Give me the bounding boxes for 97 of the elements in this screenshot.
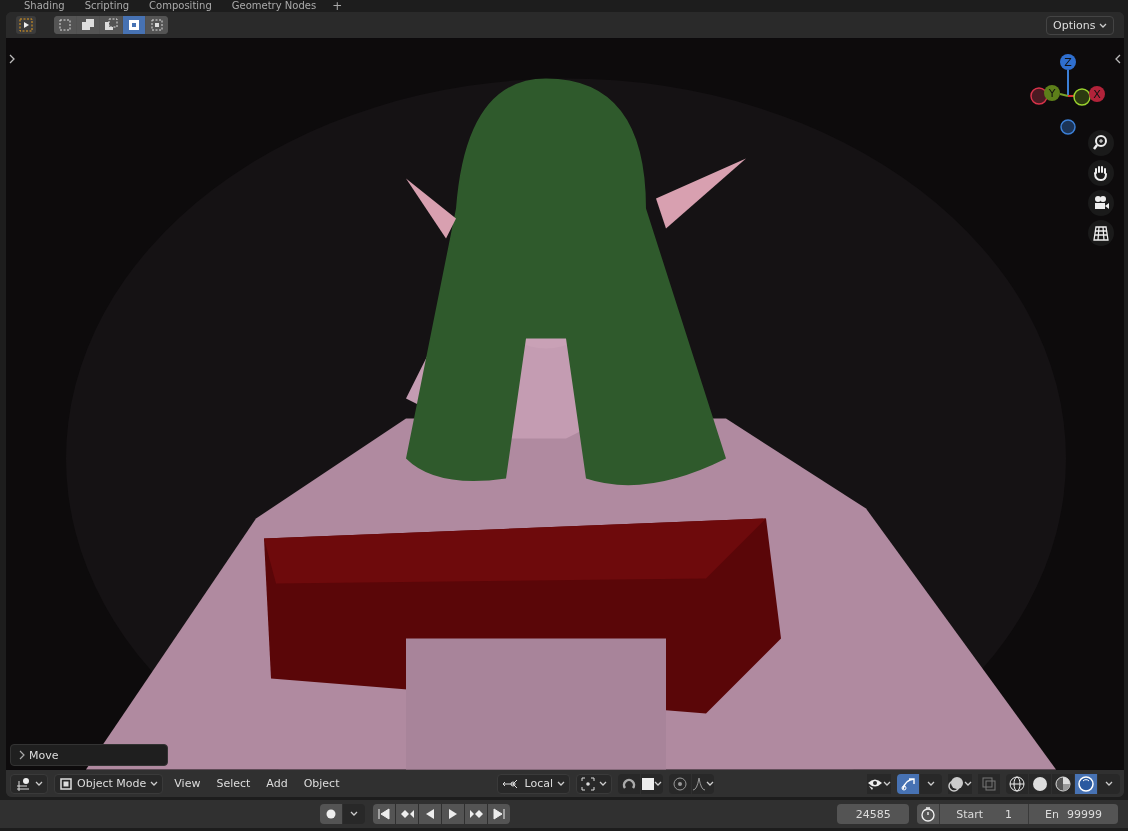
axis-handle[interactable] xyxy=(1073,88,1091,106)
xray-icon xyxy=(982,776,996,791)
pivot-dropdown[interactable] xyxy=(576,773,612,794)
orientation-label: Local xyxy=(524,777,553,790)
field-label: En xyxy=(1045,807,1059,821)
menu-item[interactable]: Object xyxy=(298,777,345,790)
snap-toggle-button[interactable] xyxy=(618,773,640,794)
overlay-icon xyxy=(948,775,964,792)
field-value: 1 xyxy=(1005,807,1013,821)
skip-back-icon xyxy=(377,807,391,821)
operator-panel[interactable]: Move xyxy=(10,744,168,766)
axes-icon xyxy=(15,776,31,791)
selection-mode-button[interactable] xyxy=(54,16,76,34)
shading-sphere-icon xyxy=(1032,775,1048,792)
record-dot-icon xyxy=(326,809,336,819)
axis-handle[interactable]: Z xyxy=(1060,54,1076,70)
square-icon xyxy=(642,777,654,790)
chevron-icon xyxy=(150,780,159,787)
chevron-icon xyxy=(883,780,891,787)
menu-item[interactable]: View xyxy=(169,777,206,790)
magnifier-icon xyxy=(1092,134,1110,152)
xray-toggle-button[interactable] xyxy=(978,773,1000,794)
prev-keyframe-button[interactable] xyxy=(396,804,418,824)
chevron-icon xyxy=(1099,22,1107,29)
play-reverse-button[interactable] xyxy=(419,804,441,824)
selection-mode-icon xyxy=(81,18,95,32)
falloff-dropdown[interactable] xyxy=(692,773,714,794)
selection-mode-icon xyxy=(150,18,164,32)
cursor-icon xyxy=(19,18,33,32)
select-tool-button[interactable] xyxy=(16,16,36,34)
target-icon xyxy=(673,776,687,791)
shading-sphere-icon xyxy=(1009,775,1025,792)
next-keyframe-button[interactable] xyxy=(465,804,487,824)
field-value: 99999 xyxy=(1067,807,1102,821)
chevron-icon xyxy=(654,780,662,787)
stopwatch-icon xyxy=(920,806,937,822)
selection-mode-icon xyxy=(127,18,141,32)
grid-icon xyxy=(1092,224,1110,242)
camera-icon xyxy=(1092,194,1110,212)
chevron-icon xyxy=(35,780,43,787)
shading-sphere-icon xyxy=(1055,775,1071,792)
selection-mode-button[interactable] xyxy=(77,16,99,34)
shading-mode-button[interactable] xyxy=(1075,773,1097,794)
jump-start-button[interactable] xyxy=(373,804,395,824)
chevron-icon xyxy=(1105,780,1113,787)
pivot-icon xyxy=(581,776,595,791)
chevron-icon xyxy=(557,780,565,787)
chevron-icon xyxy=(964,780,972,787)
stopwatch-button[interactable] xyxy=(917,804,940,824)
chevron-icon xyxy=(350,811,358,817)
shading-mode-button[interactable] xyxy=(1029,773,1051,794)
keying-button[interactable] xyxy=(320,804,342,824)
operator-name: Move xyxy=(29,748,59,762)
workspace-tab[interactable]: Scripting xyxy=(76,0,138,12)
chevron-icon xyxy=(706,780,714,787)
orientation-dropdown[interactable]: Local xyxy=(497,773,570,794)
shading-sphere-icon xyxy=(1078,775,1094,792)
start-frame-field[interactable]: Start 1 xyxy=(940,804,1029,824)
object-icon xyxy=(59,776,73,791)
overlays-dropdown[interactable] xyxy=(948,773,972,794)
selection-mode-button[interactable] xyxy=(100,16,122,34)
menu-item[interactable]: Select xyxy=(211,777,256,790)
selection-mode-button[interactable] xyxy=(123,16,145,34)
editor-type-dropdown[interactable] xyxy=(10,773,48,794)
field-label: Start xyxy=(956,807,984,821)
play-button[interactable] xyxy=(442,804,464,824)
chevron-icon xyxy=(599,780,607,787)
workspace-tab[interactable]: Shading xyxy=(16,0,73,12)
skip-forward-icon xyxy=(492,807,506,821)
current-frame-field[interactable]: 24585 xyxy=(837,804,910,824)
proportional-edit-button[interactable] xyxy=(669,773,691,794)
axis-handle[interactable]: Y xyxy=(1044,85,1060,101)
shading-mode-button[interactable] xyxy=(1052,773,1074,794)
selection-mode-button[interactable] xyxy=(146,16,168,34)
mode-label: Object Mode xyxy=(77,777,147,790)
hand-icon xyxy=(1092,164,1110,182)
diamond-arrows-icon xyxy=(400,807,414,821)
workspace-tab[interactable]: Compositing xyxy=(141,0,220,12)
selection-mode-icon xyxy=(104,18,118,32)
chevron-icon xyxy=(927,780,935,787)
falloff-curve-icon xyxy=(692,776,706,791)
shading-mode-button[interactable] xyxy=(1006,773,1028,794)
workspace-tab[interactable]: Geometry Nodes xyxy=(223,0,325,12)
selection-mode-icon xyxy=(58,18,72,32)
options-dropdown[interactable]: Options xyxy=(1046,15,1114,35)
menu-item[interactable]: Add xyxy=(261,777,293,790)
gizmo-toggle-button[interactable] xyxy=(897,773,919,794)
mode-dropdown[interactable]: Object Mode xyxy=(54,773,164,794)
gizmo-icon xyxy=(900,775,916,792)
visibility-dropdown[interactable] xyxy=(867,773,891,794)
jump-end-button[interactable] xyxy=(488,804,510,824)
add-tab-button[interactable]: + xyxy=(328,0,347,12)
end-frame-field[interactable]: En 99999 xyxy=(1029,804,1118,824)
keying-dropdown[interactable] xyxy=(343,804,365,824)
snap-target-dropdown[interactable] xyxy=(641,773,663,794)
axis-handle[interactable] xyxy=(1060,119,1076,135)
diamond-arrows-icon xyxy=(469,807,483,821)
